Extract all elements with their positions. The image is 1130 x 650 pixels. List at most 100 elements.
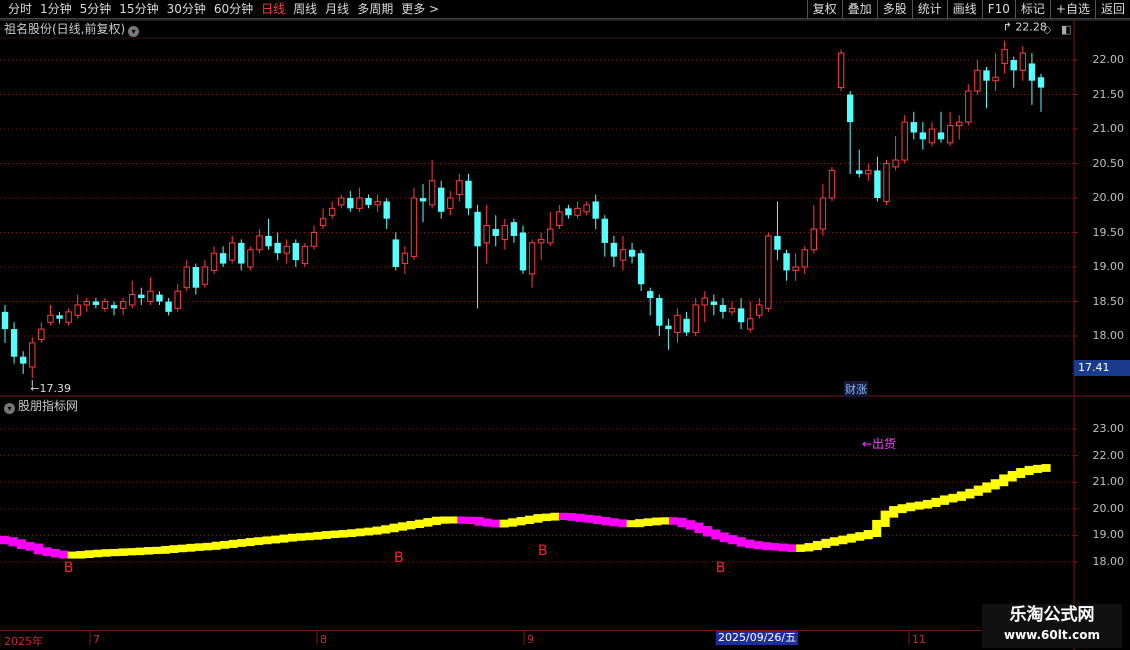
candle-body [692,304,699,334]
indicator-step [855,532,865,541]
candle-body [874,170,881,198]
indicator-step [990,479,1000,490]
x-axis-label: 8 [320,633,327,646]
period-tab-1[interactable]: 1分钟 [36,0,76,19]
indicator-step [59,550,69,559]
candle-body [447,197,454,209]
indicator-step [355,528,365,537]
candle-body [865,169,872,175]
candle-body [937,132,945,140]
indicator-step [643,518,653,527]
toolbar-button-8[interactable]: 返回 [1094,0,1130,19]
candle-body [247,249,254,268]
price-tick-label: 21.50 [1092,87,1125,101]
indicator-step [508,518,518,527]
indicator-step [635,519,645,528]
toolbar-button-2[interactable]: 多股 [876,0,912,19]
indicator-step [372,526,382,535]
price-tick-label: 18.00 [1092,329,1125,342]
indicator-step [423,518,433,527]
indicator-step [220,540,230,549]
indicator-step [728,535,738,545]
diamond-icon[interactable]: ◇ [1043,23,1051,36]
toolbar-button-1[interactable]: 叠加 [841,0,877,19]
candle-body [47,314,54,323]
indicator-step [347,529,357,538]
toolbar-button-0[interactable]: 复权 [806,0,842,19]
period-tab-7[interactable]: 周线 [289,0,321,19]
period-tab-9[interactable]: 多周期 [353,0,397,19]
period-tab-6[interactable]: 日线 [257,0,289,19]
period-tab-10[interactable]: 更多 > [397,0,443,19]
indicator-step [804,543,814,552]
indicator-step [304,532,314,541]
indicator-step [652,517,662,526]
candle-body [819,197,827,230]
toolbar-button-4[interactable]: 画线 [946,0,982,19]
indicator-step [245,538,255,547]
toolbar-button-7[interactable]: +自选 [1049,0,1095,19]
candle-body [910,122,917,133]
candle-body [456,180,463,196]
indicator-step [999,474,1009,487]
candle-body [583,204,590,213]
indicator-step [1024,465,1034,476]
indicator-step [922,499,933,509]
candle-body [174,290,181,309]
candle-body [701,297,708,306]
candle-body [328,207,336,216]
chevron-down-icon[interactable]: ▾ [128,26,140,37]
indicator-step [499,519,509,528]
period-tab-8[interactable]: 月线 [321,0,353,19]
toolbar-button-3[interactable]: 统计 [911,0,947,19]
candle-body [765,235,772,309]
indicator-step [812,540,822,551]
indicator-step [262,536,272,545]
candle-body [619,249,627,261]
candle-body [401,252,409,265]
candle-body [574,207,581,216]
candle-body [238,242,245,264]
x-axis-label: 11 [912,633,926,646]
indicator-step [795,544,806,552]
toolbar-button-6[interactable]: 标记 [1014,0,1050,19]
candle-body [274,242,281,254]
indicator-step [931,497,941,507]
indicator-step [143,547,154,555]
indicator-step [702,526,712,537]
event-tag[interactable]: 财涨 [844,381,868,397]
period-tab-3[interactable]: 15分钟 [115,0,162,19]
indicator-step [1033,464,1043,473]
indicator-step [296,533,306,541]
panel-toggle-icon[interactable]: ◧ [1061,23,1071,36]
indicator-step [939,495,949,505]
selected-date: 2025/09/26/五 [716,631,799,645]
price-tick-label: 20.50 [1092,156,1125,170]
candle-body [219,253,227,264]
period-tab-5[interactable]: 60分钟 [210,0,257,19]
indicator-step [677,517,687,528]
low-price-label: ←17.39 [30,382,71,395]
candle-body [1,311,9,330]
candle-body [210,252,218,271]
price-tick-label: 20.00 [1092,191,1125,204]
chart-canvas: ←17.39 ↱ 22.28 [0,19,1130,650]
main-panel-title: 祖名股份(日线,前复权) ▾ [4,21,140,37]
indicator-step [177,544,187,553]
period-tab-0[interactable]: 分时 [4,0,36,19]
x-axis-label: 2025年 [4,635,43,648]
chevron-down-icon[interactable]: ▾ [4,403,15,414]
candle-body [956,121,963,127]
indicator-step [982,482,992,493]
indicator-step [1016,468,1026,478]
period-tab-2[interactable]: 5分钟 [76,0,116,19]
candle-body [656,298,663,326]
indicator-step [474,517,484,526]
candle-body [547,228,554,244]
candle-body [983,70,990,81]
period-tab-4[interactable]: 30分钟 [163,0,210,19]
indicator-step [42,547,52,556]
toolbar-button-5[interactable]: F10 [981,0,1015,19]
candle-body [792,266,799,271]
indicator-step [169,545,179,553]
